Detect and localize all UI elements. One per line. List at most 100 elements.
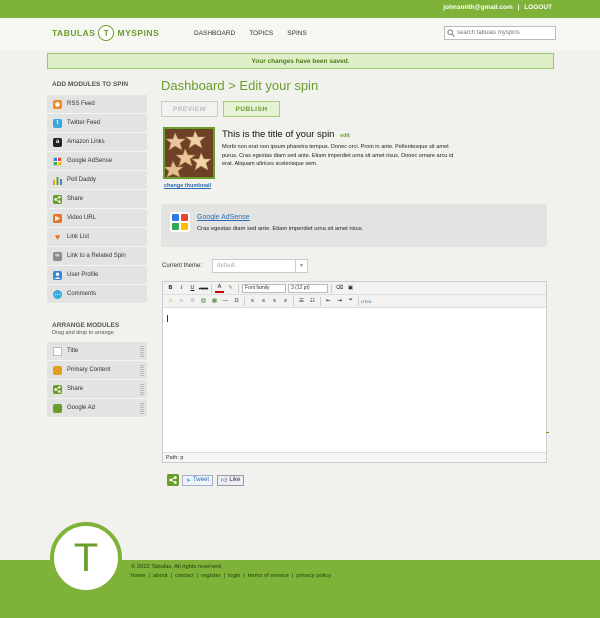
text-color-icon[interactable]: A	[215, 284, 224, 293]
align-center-icon[interactable]: ≡	[259, 297, 268, 306]
font-size-select[interactable]: 3 (12 pt)	[288, 283, 328, 293]
rss-icon: ◉	[53, 99, 62, 109]
title-icon	[53, 346, 62, 356]
module-related-spin[interactable]: ∞ Link to a Related Spin	[47, 247, 147, 266]
logout-link[interactable]: LOGOUT	[524, 4, 552, 11]
footer-link-home[interactable]: home	[131, 573, 146, 579]
tweet-label: Tweet	[193, 477, 210, 483]
preview-button[interactable]: PREVIEW	[161, 101, 218, 117]
align-right-icon[interactable]: ≡	[270, 297, 279, 306]
nav-spins[interactable]: SPINS	[287, 30, 307, 37]
paste-icon[interactable]: ▣	[346, 284, 355, 293]
html-icon[interactable]: HTML	[361, 297, 372, 306]
tweet-button[interactable]: ➤ Tweet	[182, 474, 214, 486]
arrange-label: Share	[67, 386, 84, 392]
footer-link-login[interactable]: login	[228, 573, 240, 579]
top-bar: johnsmith@gmail.com | LOGOUT	[0, 0, 600, 18]
module-rss-feed[interactable]: ◉ RSS Feed	[47, 95, 147, 114]
module-label: Link to a Related Spin	[67, 253, 126, 259]
arrange-item-google-ad[interactable]: Google Ad	[47, 399, 147, 418]
emoticon-icon[interactable]: ☺	[166, 297, 175, 306]
horizontal-rule-icon[interactable]: —	[221, 297, 230, 306]
numbered-list-icon[interactable]: ☷	[308, 297, 317, 306]
toolbar-divider	[244, 296, 245, 306]
content-icon	[53, 365, 62, 375]
search-icon[interactable]	[445, 29, 457, 37]
italic-icon[interactable]: I	[177, 284, 186, 293]
logo[interactable]: TABULAS T MYSPINS	[52, 25, 159, 41]
spin-description: Morbi non erat non ipsum pharetra tempus…	[222, 144, 454, 167]
module-share[interactable]: Share	[47, 190, 147, 209]
bullet-list-icon[interactable]: ☰	[297, 297, 306, 306]
share-buttons: ➤ Tweet 👍︎ Like	[167, 474, 245, 486]
share-icon[interactable]	[167, 474, 179, 486]
unlink-icon[interactable]: ⊘	[188, 297, 197, 306]
footer-link-terms[interactable]: terms of service	[248, 573, 289, 579]
editor-path: Path: p	[166, 454, 184, 461]
video-icon: ▶	[53, 213, 62, 223]
highlight-color-icon[interactable]: ✎	[226, 284, 235, 293]
module-comments[interactable]: … Comments	[47, 285, 147, 304]
omega-icon[interactable]: Ω	[232, 297, 241, 306]
chevron-down-icon[interactable]: ▼	[295, 260, 307, 272]
edit-title-link[interactable]: edit	[340, 133, 350, 139]
adsense-title-link[interactable]: Google AdSense	[197, 214, 250, 221]
blockquote-icon[interactable]: ❝	[346, 297, 355, 306]
nav-dashboard[interactable]: DASHBOARD	[194, 30, 235, 37]
like-label: Like	[229, 477, 241, 483]
like-button[interactable]: 👍︎ Like	[217, 474, 245, 486]
arrange-label: Title	[67, 348, 79, 354]
arrange-item-share[interactable]: Share	[47, 380, 147, 399]
module-label: Poll Daddy	[67, 177, 97, 183]
image-icon[interactable]: ▨	[199, 297, 208, 306]
underline-icon[interactable]: U	[188, 284, 197, 293]
link-icon[interactable]: ∞	[177, 297, 186, 306]
drag-handle[interactable]	[140, 365, 144, 376]
adsense-description: Cras egestas diam sed ante. Etiam imperd…	[197, 226, 364, 232]
module-twitter-feed[interactable]: t Twitter Feed	[47, 114, 147, 133]
drag-handle[interactable]	[140, 403, 144, 414]
editor-content-area[interactable]	[163, 309, 546, 452]
change-thumbnail-link[interactable]: change thumbnail	[164, 183, 211, 189]
arrange-item-title[interactable]: Title	[47, 342, 147, 361]
align-justify-icon[interactable]: ≡	[281, 297, 290, 306]
spin-thumbnail[interactable]	[163, 127, 215, 179]
rich-text-editor: B I U ABC A ✎ Font family 3 (12 pt) ⌫ ▣ …	[162, 281, 547, 463]
drag-handle[interactable]	[140, 346, 144, 357]
font-size-value: 3 (12 pt)	[291, 285, 310, 291]
resize-marker	[546, 432, 549, 433]
drag-handle[interactable]	[140, 384, 144, 395]
search-input[interactable]	[457, 30, 553, 36]
thumbs-up-icon: 👍︎	[221, 478, 228, 484]
arrange-modules-title: ARRANGE MODULES	[52, 322, 120, 329]
media-icon[interactable]: ▦	[210, 297, 219, 306]
adsense-icon	[53, 156, 62, 166]
adsense-icon	[53, 403, 62, 413]
eraser-icon[interactable]: ⌫	[335, 284, 344, 293]
footer-link-register[interactable]: register	[201, 573, 220, 579]
page-title: Dashboard > Edit your spin	[161, 78, 319, 93]
footer-link-contact[interactable]: contact	[175, 573, 194, 579]
indent-icon[interactable]: ⇥	[335, 297, 344, 306]
module-google-adsense[interactable]: Google AdSense	[47, 152, 147, 171]
footer-link-about[interactable]: about	[153, 573, 168, 579]
footer-links: home | about | contact | register | login | t…	[131, 573, 332, 579]
module-user-profile[interactable]: User Profile	[47, 266, 147, 285]
module-poll-daddy[interactable]: Poll Daddy	[47, 171, 147, 190]
module-video-url[interactable]: ▶ Video URL	[47, 209, 147, 228]
align-left-icon[interactable]: ≡	[248, 297, 257, 306]
bold-icon[interactable]: B	[166, 284, 175, 293]
module-link-list[interactable]: ♥ Link List	[47, 228, 147, 247]
nav-topics[interactable]: TOPICS	[249, 30, 273, 37]
account-email[interactable]: johnsmith@gmail.com	[443, 4, 513, 11]
main-nav: DASHBOARD TOPICS SPINS	[194, 30, 307, 37]
font-family-select[interactable]: Font family	[242, 283, 286, 293]
footer-link-privacy[interactable]: privacy policy	[296, 573, 331, 579]
outdent-icon[interactable]: ⇤	[324, 297, 333, 306]
arrange-item-primary-content[interactable]: Primary Content	[47, 361, 147, 380]
module-amazon-links[interactable]: a Amazon Links	[47, 133, 147, 152]
theme-select[interactable]: default ▼	[212, 259, 308, 273]
strikethrough-icon[interactable]: ABC	[199, 284, 208, 293]
amazon-icon: a	[53, 137, 62, 147]
publish-button[interactable]: PUBLISH	[223, 101, 280, 117]
